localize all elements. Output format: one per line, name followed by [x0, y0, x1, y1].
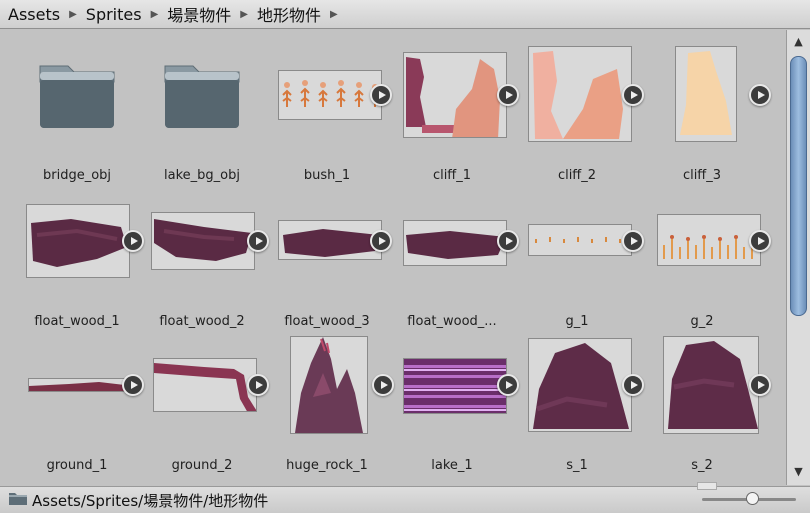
- cliff-sprite-preview: [403, 52, 507, 138]
- float-wood-sprite-preview: [403, 220, 507, 266]
- sprite-thumbnail: [18, 340, 144, 452]
- asset-label: bush_1: [303, 168, 351, 183]
- asset-item-ground-2[interactable]: ground_2: [139, 340, 269, 480]
- bush-sprite-preview: [278, 70, 382, 120]
- expand-sprite-button[interactable]: [749, 230, 771, 252]
- breadcrumb: Assets ▶ Sprites ▶ 場景物件 ▶ 地形物件 ▶: [0, 0, 810, 29]
- ground-sprite-preview: [28, 378, 132, 392]
- breadcrumb-arrow-icon: ▶: [240, 8, 248, 20]
- folder-icon: [8, 490, 28, 510]
- asset-label: float_wood_1: [34, 314, 120, 329]
- sprite-thumbnail: [518, 196, 644, 308]
- vertical-scrollbar[interactable]: ▲ ▼: [786, 30, 810, 485]
- asset-item-float-wood-3[interactable]: float_wood_3: [264, 196, 392, 336]
- asset-label: ground_1: [46, 458, 108, 473]
- sprite-thumbnail: [393, 196, 519, 308]
- asset-item-cliff-3[interactable]: cliff_3: [639, 46, 771, 190]
- asset-label: float_wood_3: [284, 314, 370, 329]
- asset-label: g_1: [565, 314, 589, 329]
- asset-item-s-1[interactable]: s_1: [514, 338, 644, 480]
- asset-label: g_2: [690, 314, 714, 329]
- slider-handle[interactable]: [746, 492, 759, 505]
- asset-item-g-2[interactable]: g_2: [639, 196, 771, 336]
- asset-label: cliff_2: [557, 168, 597, 183]
- asset-label: bridge_obj: [42, 168, 112, 183]
- asset-label: ground_2: [171, 458, 233, 473]
- folder-icon: [143, 50, 261, 162]
- grass-sprite-preview: [528, 224, 632, 256]
- size-slider-min-icon: [697, 482, 717, 490]
- asset-item-bush-1[interactable]: bush_1: [264, 50, 392, 190]
- sprite-thumbnail: [518, 338, 644, 452]
- sprite-thumbnail: [268, 50, 392, 162]
- grass-sprite-preview: [657, 214, 761, 266]
- asset-item-g-1[interactable]: g_1: [514, 196, 644, 336]
- float-wood-sprite-preview: [151, 212, 255, 270]
- asset-grid: bridge_obj lake_bg_obj bush_1 cliff_1 cl…: [0, 30, 786, 485]
- asset-label: lake_1: [431, 458, 473, 473]
- breadcrumb-arrow-icon: ▶: [69, 8, 77, 20]
- sprite-thumbnail: [268, 196, 392, 308]
- status-bar: Assets/Sprites/場景物件/地形物件: [0, 486, 810, 513]
- sprite-thumbnail: [643, 46, 771, 162]
- sprite-thumbnail: [643, 336, 771, 452]
- sprite-thumbnail: [518, 46, 644, 162]
- asset-item-lake-1[interactable]: lake_1: [389, 340, 519, 480]
- asset-label: float_wood_...: [407, 314, 497, 329]
- sprite-thumbnail: [393, 340, 519, 452]
- breadcrumb-sprites[interactable]: Sprites: [86, 5, 142, 24]
- status-path: Assets/Sprites/場景物件/地形物件: [32, 491, 269, 510]
- rock-sprite-preview: [290, 336, 368, 434]
- scrollbar-thumb[interactable]: [790, 56, 807, 316]
- asset-item-huge-rock-1[interactable]: huge_rock_1: [264, 336, 394, 480]
- asset-label: s_1: [566, 458, 588, 473]
- asset-item-cliff-2[interactable]: cliff_2: [514, 46, 644, 190]
- sprite-thumbnail: [643, 196, 771, 308]
- expand-sprite-button[interactable]: [749, 374, 771, 396]
- breadcrumb-assets[interactable]: Assets: [8, 5, 60, 24]
- asset-label: huge_rock_1: [286, 458, 368, 473]
- breadcrumb-terrain-objects[interactable]: 地形物件: [257, 2, 321, 26]
- folder-icon: [18, 50, 136, 162]
- sprite-thumbnail: [143, 196, 269, 308]
- asset-item-bridge-obj[interactable]: bridge_obj: [14, 50, 140, 190]
- sprite-thumbnail: [268, 336, 394, 452]
- asset-label: float_wood_2: [159, 314, 245, 329]
- breadcrumb-arrow-icon: ▶: [150, 8, 159, 20]
- lake-sprite-preview: [403, 358, 507, 414]
- scroll-up-icon[interactable]: ▲: [787, 32, 810, 52]
- asset-item-float-wood-4[interactable]: float_wood_...: [389, 196, 519, 336]
- breadcrumb-arrow-icon: ▶: [330, 8, 338, 20]
- asset-item-lake-bg-obj[interactable]: lake_bg_obj: [139, 50, 265, 190]
- sprite-thumbnail: [143, 340, 269, 452]
- expand-sprite-button[interactable]: [749, 84, 771, 106]
- float-wood-sprite-preview: [278, 220, 382, 260]
- asset-label: s_2: [691, 458, 713, 473]
- cliff-sprite-preview: [675, 46, 737, 142]
- sprite-thumbnail: [393, 50, 519, 162]
- stone-sprite-preview: [663, 336, 759, 434]
- scroll-down-icon[interactable]: ▼: [787, 462, 810, 482]
- asset-label: lake_bg_obj: [164, 168, 240, 183]
- cliff-sprite-preview: [528, 46, 632, 142]
- asset-item-float-wood-2[interactable]: float_wood_2: [139, 196, 269, 336]
- asset-label: cliff_1: [432, 168, 472, 183]
- asset-item-cliff-1[interactable]: cliff_1: [389, 50, 519, 190]
- asset-item-ground-1[interactable]: ground_1: [14, 340, 144, 480]
- asset-item-s-2[interactable]: s_2: [639, 336, 771, 480]
- float-wood-sprite-preview: [26, 204, 130, 278]
- stone-sprite-preview: [528, 338, 632, 432]
- asset-item-float-wood-1[interactable]: float_wood_1: [14, 196, 144, 336]
- breadcrumb-scene-objects[interactable]: 場景物件: [167, 2, 231, 26]
- ground-sprite-preview: [153, 358, 257, 412]
- asset-label: cliff_3: [682, 168, 722, 183]
- sprite-thumbnail: [18, 196, 144, 308]
